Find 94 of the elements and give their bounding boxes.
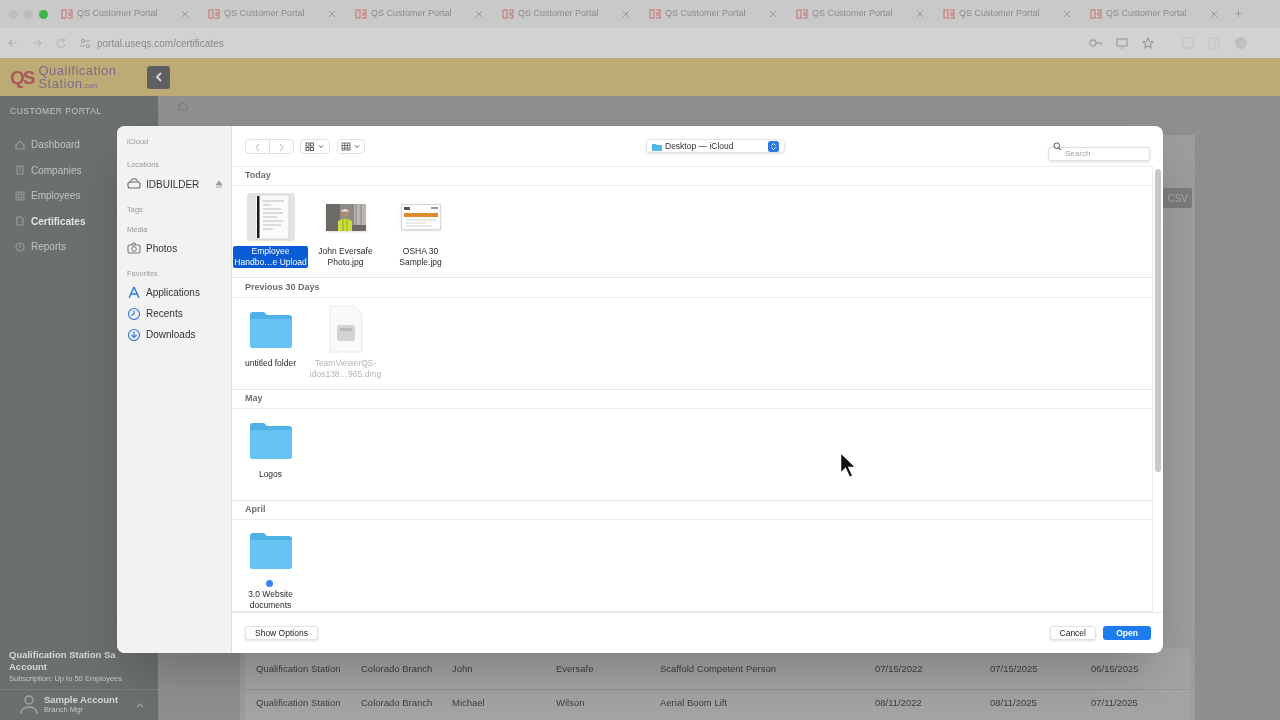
close-icon[interactable] xyxy=(475,10,483,18)
table-cell-text: Qualification Station xyxy=(256,663,342,674)
file-name: Employee Handbo…e Upload xyxy=(233,246,308,269)
table-cell-text: 08/11/2025 xyxy=(990,698,1038,708)
chevron-up-icon xyxy=(136,702,145,708)
download-icon xyxy=(127,328,141,342)
favicon-icon xyxy=(208,9,220,19)
sidebar-item[interactable]: Downloads xyxy=(127,324,231,346)
file-item[interactable]: 3.0 Website documents xyxy=(233,527,308,611)
table-cell-text: 07/11/2025 xyxy=(1091,698,1139,708)
site-settings-icon[interactable] xyxy=(80,37,91,49)
organization-name: Qualification Station Sa xyxy=(8,649,117,661)
sidebar-item[interactable]: Recents xyxy=(127,303,231,325)
file-name: John Eversafe Photo.jpg xyxy=(317,246,374,269)
file-item[interactable]: John Eversafe Photo.jpg xyxy=(308,193,383,278)
file-name: 3.0 Website documents xyxy=(247,589,294,611)
favicon-icon xyxy=(61,9,73,19)
table-cell-text: Michael xyxy=(452,698,486,708)
favicon-icon xyxy=(1090,9,1102,19)
table-cell-text: Wilson xyxy=(556,698,586,708)
close-icon[interactable] xyxy=(1210,10,1218,18)
cancel-button[interactable]: Cancel xyxy=(1049,626,1096,640)
logo-text: Station xyxy=(38,77,83,90)
file-item[interactable]: Employee Handbo…e Upload xyxy=(233,193,308,278)
file-item[interactable]: OSHA 30 Sample.jpg xyxy=(383,193,458,278)
favicon-icon xyxy=(796,9,808,19)
favicon-icon xyxy=(502,9,514,19)
sidebar-item[interactable]: Applications xyxy=(127,282,231,304)
favicon-icon xyxy=(943,9,955,19)
clock-icon xyxy=(127,307,141,321)
show-options-button[interactable]: Show Options xyxy=(245,626,318,640)
user-name: Sample Account xyxy=(44,695,119,705)
close-icon[interactable] xyxy=(181,10,189,18)
file-item[interactable]: Logos xyxy=(233,415,308,500)
star-icon[interactable] xyxy=(1142,37,1154,49)
group-heading: Previous 30 Days xyxy=(232,278,1152,298)
favicon-icon xyxy=(355,9,367,19)
camera-icon xyxy=(127,242,141,255)
forward-icon[interactable] xyxy=(32,38,42,48)
table-cell-text: Qualification Station xyxy=(256,698,342,708)
user-icon xyxy=(20,695,38,715)
file-name: OSHA 30 Sample.jpg xyxy=(398,246,443,269)
logo-text: Qualification xyxy=(38,64,117,77)
sidebar-item[interactable]: IDBUILDER xyxy=(127,173,231,195)
file-item[interactable]: untitled folder xyxy=(233,304,308,389)
search-field[interactable]: Search xyxy=(1048,146,1150,161)
close-icon[interactable] xyxy=(622,10,630,18)
scrollbar-thumb[interactable] xyxy=(1155,169,1161,472)
close-icon[interactable] xyxy=(769,10,777,18)
table-cell-text: John xyxy=(452,663,474,674)
reload-icon[interactable] xyxy=(56,38,66,48)
table-cell-text: 07/15/2025 xyxy=(990,663,1039,674)
file-name: TeamViewerQS-idos138…965.dmg xyxy=(308,357,383,380)
file-name: Logos xyxy=(258,468,283,480)
back-icon[interactable] xyxy=(8,38,18,48)
close-icon[interactable] xyxy=(1063,10,1071,18)
table-cell-text: 08/11/2022 xyxy=(875,698,923,708)
screen-icon[interactable] xyxy=(1116,37,1128,49)
table-cell-text: Colorado Branch xyxy=(361,698,434,708)
logo-mark: QS xyxy=(10,67,34,87)
favicon-icon xyxy=(649,9,661,19)
group-heading: Today xyxy=(232,167,1152,187)
table-cell-text: Scaffold Competent Person xyxy=(660,663,777,674)
section-heading: CUSTOMER PORTAL xyxy=(9,105,103,118)
grid-icon xyxy=(15,190,25,201)
organization-name: Account xyxy=(8,661,48,673)
document-icon xyxy=(15,216,25,226)
folder-icon xyxy=(652,141,662,151)
home-icon xyxy=(15,139,25,150)
group-by-button[interactable] xyxy=(337,138,365,154)
group-heading: May xyxy=(232,389,1152,409)
collapse-button[interactable] xyxy=(147,65,170,89)
chevron-left-icon xyxy=(154,72,163,82)
table-cell-text: Colorado Branch xyxy=(361,663,434,674)
table-cell-text: Aerial Boom Lift xyxy=(660,698,729,708)
close-icon[interactable] xyxy=(328,10,336,18)
table-cell-text: Eversafe xyxy=(556,663,595,674)
location-popup[interactable]: Desktop — iCloud xyxy=(646,139,785,153)
drive-icon xyxy=(127,177,141,191)
sidebar-item[interactable]: Photos xyxy=(127,238,231,259)
url-text[interactable]: portal.useqs.com/certificates xyxy=(97,35,224,51)
stepper-icon xyxy=(768,140,779,152)
close-icon[interactable] xyxy=(916,10,924,18)
key-icon[interactable] xyxy=(1089,37,1102,49)
file-name: untitled folder xyxy=(244,357,296,369)
icon-view-button[interactable] xyxy=(300,138,330,154)
table-cell-text: 06/15/2025 xyxy=(1091,663,1140,674)
eject-icon[interactable] xyxy=(215,180,223,188)
search-icon xyxy=(1053,142,1061,150)
certificate-thumbnail-icon xyxy=(400,204,441,231)
clock-icon xyxy=(15,241,25,252)
open-button[interactable]: Open xyxy=(1103,626,1151,640)
table-cell-text: 07/15/2022 xyxy=(875,663,924,674)
group-heading: April xyxy=(232,500,1152,520)
